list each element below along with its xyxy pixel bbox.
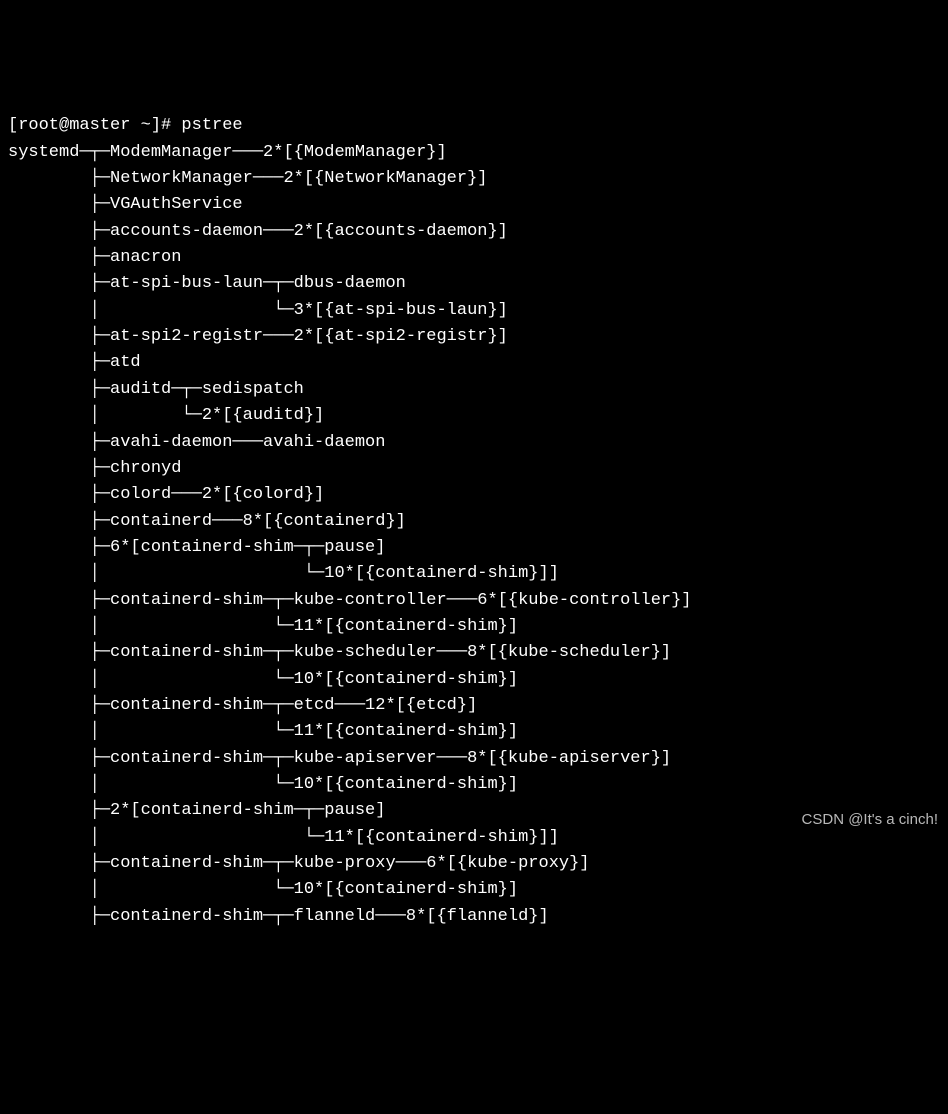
- pstree-line: ├─accounts-daemon───2*[{accounts-daemon}…: [8, 222, 508, 241]
- pstree-line: ├─colord───2*[{colord}]: [8, 485, 324, 504]
- pstree-line: ├─containerd-shim─┬─kube-scheduler───8*[…: [8, 643, 671, 662]
- pstree-line: │ └─10*[{containerd-shim}]: [8, 880, 518, 899]
- pstree-line: ├─at-spi-bus-laun─┬─dbus-daemon: [8, 274, 406, 293]
- shell-prompt-line: [root@master ~]# pstree: [8, 116, 243, 135]
- watermark: CSDN @It's a cinch!: [802, 808, 938, 831]
- pstree-line: ├─atd: [8, 353, 141, 372]
- pstree-line: ├─containerd-shim─┬─kube-controller───6*…: [8, 591, 692, 610]
- pstree-line: ├─NetworkManager───2*[{NetworkManager}]: [8, 169, 487, 188]
- pstree-line: ├─containerd-shim─┬─kube-apiserver───8*[…: [8, 749, 671, 768]
- pstree-line: ├─auditd─┬─sedispatch: [8, 380, 304, 399]
- pstree-line: │ └─2*[{auditd}]: [8, 406, 324, 425]
- pstree-line: ├─containerd-shim─┬─flanneld───8*[{flann…: [8, 907, 549, 926]
- pstree-line: ├─VGAuthService: [8, 195, 243, 214]
- pstree-line: ├─containerd-shim─┬─etcd───12*[{etcd}]: [8, 696, 477, 715]
- pstree-line: │ └─10*[{containerd-shim}]]: [8, 564, 559, 583]
- pstree-line: ├─avahi-daemon───avahi-daemon: [8, 433, 385, 452]
- pstree-line: ├─containerd-shim─┬─kube-proxy───6*[{kub…: [8, 854, 590, 873]
- terminal-output: [root@master ~]# pstree systemd─┬─ModemM…: [8, 113, 940, 930]
- pstree-line: │ └─10*[{containerd-shim}]: [8, 775, 518, 794]
- pstree-line: ├─2*[containerd-shim─┬─pause]: [8, 801, 385, 820]
- pstree-line: ├─at-spi2-registr───2*[{at-spi2-registr}…: [8, 327, 508, 346]
- pstree-line: ├─containerd───8*[{containerd}]: [8, 512, 406, 531]
- pstree-line: systemd─┬─ModemManager───2*[{ModemManage…: [8, 143, 447, 162]
- pstree-line: ├─6*[containerd-shim─┬─pause]: [8, 538, 385, 557]
- pstree-line: │ └─11*[{containerd-shim}]: [8, 722, 518, 741]
- pstree-line: │ └─11*[{containerd-shim}]: [8, 617, 518, 636]
- pstree-line: │ └─11*[{containerd-shim}]]: [8, 828, 559, 847]
- pstree-line: ├─anacron: [8, 248, 181, 267]
- pstree-line: │ └─10*[{containerd-shim}]: [8, 670, 518, 689]
- pstree-line: ├─chronyd: [8, 459, 181, 478]
- pstree-line: │ └─3*[{at-spi-bus-laun}]: [8, 301, 508, 320]
